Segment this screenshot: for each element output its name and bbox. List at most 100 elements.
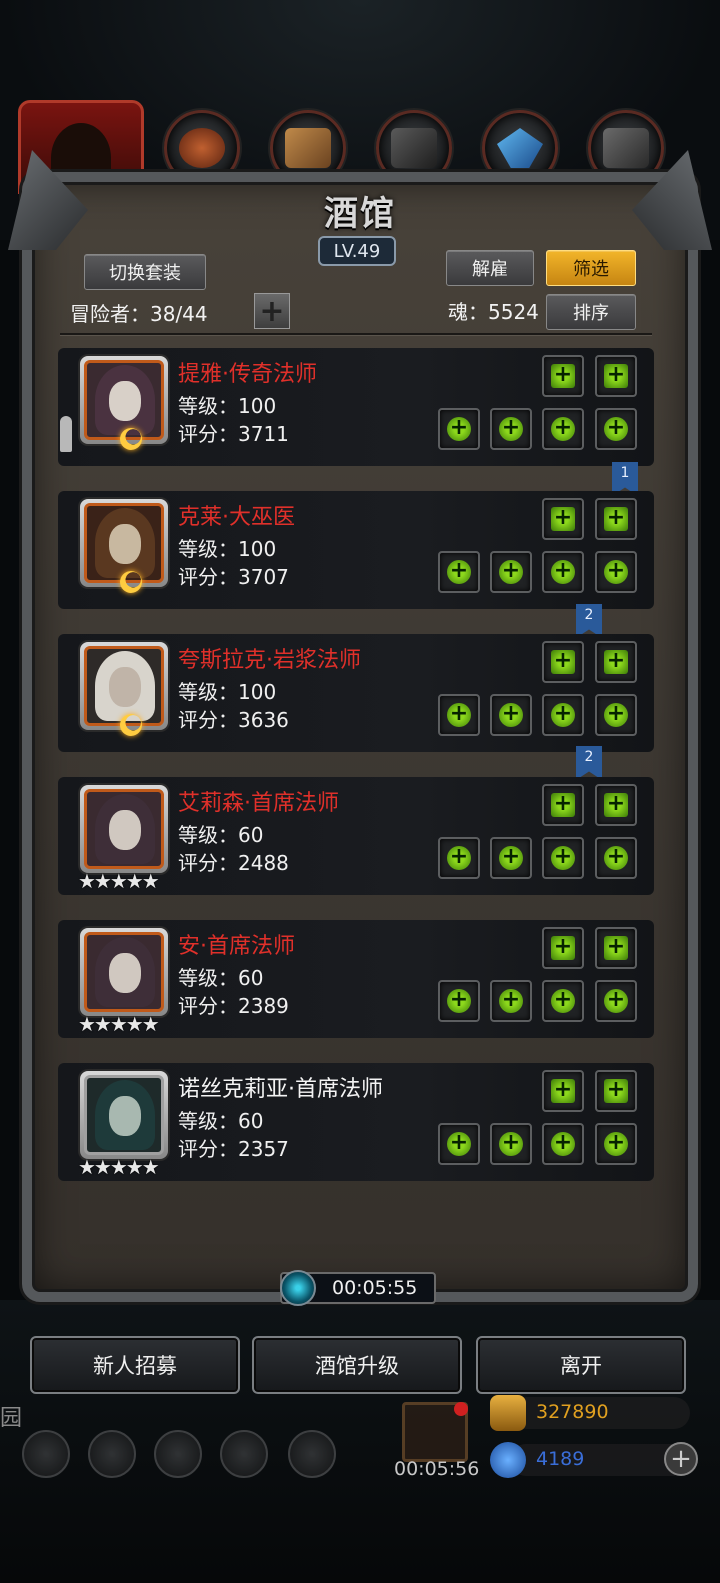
equip-slot[interactable]: + — [595, 641, 637, 683]
equip-slot[interactable]: + — [595, 980, 637, 1022]
equip-slot[interactable]: + — [542, 837, 584, 879]
equip-slot[interactable]: + — [542, 694, 584, 736]
equip-slot[interactable]: + — [490, 1123, 532, 1165]
equip-slot[interactable]: + — [595, 927, 637, 969]
equip-slot[interactable]: + — [595, 498, 637, 540]
equip-slot[interactable]: + — [595, 694, 637, 736]
hero-portrait[interactable] — [80, 1071, 168, 1159]
equip-slot[interactable]: + — [595, 408, 637, 450]
equip-slot[interactable]: + — [542, 927, 584, 969]
equip-slot[interactable]: + — [542, 1123, 584, 1165]
equip-slot[interactable]: + — [542, 498, 584, 540]
plus-icon: + — [447, 560, 471, 584]
hero-level: 等级：100 — [178, 680, 277, 704]
plus-icon: + — [447, 989, 471, 1013]
hero-card[interactable]: ★★★★★ 安·首席法师 等级：60 评分：2389 + + + + + + — [58, 920, 654, 1038]
hero-name: 克莱·大巫医 — [178, 505, 295, 530]
plus-icon: + — [499, 417, 523, 441]
equip-slot[interactable]: + — [438, 1123, 480, 1165]
plus-icon: + — [551, 560, 575, 584]
expand-adventurers-button[interactable]: + — [254, 293, 290, 329]
map-icon[interactable] — [288, 1430, 336, 1478]
gold-icon — [490, 1395, 526, 1431]
gem-icon — [490, 1442, 526, 1478]
settings-icon[interactable] — [22, 1430, 70, 1478]
equip-slot[interactable]: + — [595, 1070, 637, 1112]
plus-icon: + — [551, 507, 575, 531]
equip-slot[interactable]: + — [438, 551, 480, 593]
moon-icon — [120, 428, 142, 450]
plus-icon: + — [551, 1132, 575, 1156]
equip-slot[interactable]: + — [542, 1070, 584, 1112]
plus-icon: + — [604, 936, 628, 960]
header-divider — [60, 333, 652, 335]
hero-card[interactable]: ★★★★★ 诺丝克莉亚·首席法师 等级：60 评分：2357 + + + + +… — [58, 1063, 654, 1181]
hero-score: 评分：3711 — [178, 422, 289, 446]
plus-icon: + — [499, 846, 523, 870]
filter-button[interactable]: 筛选 — [546, 250, 636, 286]
equip-slot[interactable]: + — [438, 837, 480, 879]
equip-slot[interactable]: + — [595, 551, 637, 593]
equip-slot[interactable]: + — [438, 408, 480, 450]
plus-icon: + — [447, 703, 471, 727]
hero-card[interactable]: 夸斯拉克·岩浆法师 等级：100 评分：3636 + + + + + + — [58, 634, 654, 752]
hero-score: 评分：2389 — [178, 994, 289, 1018]
dismiss-button[interactable]: 解雇 — [446, 250, 534, 286]
adventurers-count: 冒险者：38/44 — [70, 302, 208, 326]
equip-slot[interactable]: + — [490, 694, 532, 736]
equip-slot[interactable]: + — [595, 837, 637, 879]
plus-icon: + — [551, 846, 575, 870]
equip-slot[interactable]: + — [595, 355, 637, 397]
sort-button[interactable]: 排序 — [546, 294, 636, 330]
equip-slot[interactable]: + — [542, 551, 584, 593]
equip-slot[interactable]: + — [542, 408, 584, 450]
leave-button[interactable]: 离开 — [476, 1336, 686, 1394]
plus-icon: + — [551, 1079, 575, 1103]
add-gems-button[interactable]: + — [664, 1442, 698, 1476]
switch-outfit-button[interactable]: 切换套装 — [84, 254, 206, 290]
equip-slot[interactable]: + — [438, 694, 480, 736]
hero-card[interactable]: ★★★★★ 艾莉森·首席法师 等级：60 评分：2488 + + + + + + — [58, 777, 654, 895]
hero-portrait[interactable] — [80, 928, 168, 1016]
hero-card[interactable]: 克莱·大巫医 等级：100 评分：3707 + + + + + + — [58, 491, 654, 609]
hero-level: 等级：100 — [178, 394, 277, 418]
equip-slot[interactable]: + — [490, 837, 532, 879]
equip-slot[interactable]: + — [542, 784, 584, 826]
hero-name: 艾莉森·首席法师 — [178, 791, 339, 816]
equip-slot[interactable]: + — [490, 551, 532, 593]
equip-slot[interactable]: + — [542, 355, 584, 397]
plus-icon: + — [551, 703, 575, 727]
equip-slot[interactable]: + — [542, 641, 584, 683]
mail-icon[interactable] — [220, 1430, 268, 1478]
equip-slot[interactable]: + — [490, 980, 532, 1022]
star-rating: ★★★★★ — [78, 869, 160, 893]
hero-score: 评分：2357 — [178, 1137, 289, 1161]
hero-name: 提雅·传奇法师 — [178, 362, 317, 387]
equip-slot[interactable]: + — [595, 1123, 637, 1165]
gem-amount: 4189 — [536, 1448, 585, 1470]
refresh-timer-text: 00:05:55 — [332, 1277, 418, 1299]
hero-level: 等级：60 — [178, 966, 264, 990]
star-rating: ★★★★★ — [78, 1012, 160, 1036]
tavern-level-badge: LV.49 — [318, 236, 396, 266]
moon-icon — [120, 714, 142, 736]
plus-icon: + — [604, 793, 628, 817]
plus-icon: + — [604, 703, 628, 727]
hero-portrait[interactable] — [80, 785, 168, 873]
plus-icon: + — [604, 650, 628, 674]
hero-score: 评分：2488 — [178, 851, 289, 875]
equip-slot[interactable]: + — [438, 980, 480, 1022]
hero-score: 评分：3636 — [178, 708, 289, 732]
gift-timer: 00:05:56 — [394, 1458, 480, 1480]
equip-slot[interactable]: + — [490, 408, 532, 450]
hero-name: 夸斯拉克·岩浆法师 — [178, 648, 361, 673]
plus-icon: + — [447, 846, 471, 870]
hero-card[interactable]: 提雅·传奇法师 等级：100 评分：3711 + + + + + + — [58, 348, 654, 466]
equip-slot[interactable]: + — [595, 784, 637, 826]
plus-icon: + — [447, 417, 471, 441]
guild-icon[interactable] — [154, 1430, 202, 1478]
skill-icon[interactable] — [88, 1430, 136, 1478]
upgrade-tavern-button[interactable]: 酒馆升级 — [252, 1336, 462, 1394]
recruit-button[interactable]: 新人招募 — [30, 1336, 240, 1394]
equip-slot[interactable]: + — [542, 980, 584, 1022]
